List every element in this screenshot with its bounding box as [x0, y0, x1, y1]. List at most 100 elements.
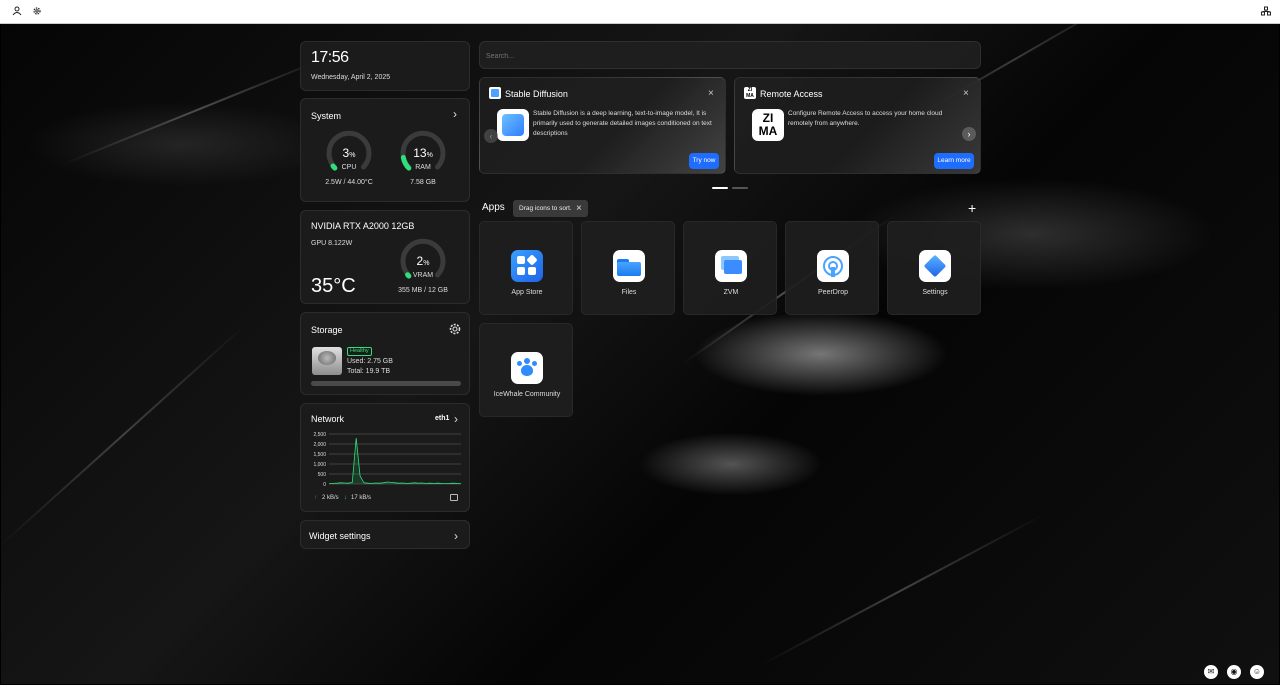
network-widget[interactable]: Network eth1 › 2,500 2,000 1,500 1,000 500 0 … [300, 403, 470, 512]
zvm-icon [715, 250, 747, 282]
vram-value: 2% [416, 254, 430, 268]
chart-ytick-label: 2,000 [313, 442, 326, 448]
app-tile-icewhale-community[interactable]: IceWhale Community [479, 323, 573, 417]
chart-toggle-icon[interactable] [450, 494, 458, 501]
close-icon[interactable]: × [963, 89, 969, 99]
storage-used: Used: 2.75 GB [347, 358, 393, 365]
system-title: System [311, 111, 342, 121]
chart-series-area [329, 438, 461, 484]
stable-diffusion-banner: Stable Diffusion × Stable Diffusion is a… [479, 77, 726, 174]
stable-diffusion-large-icon [497, 109, 529, 141]
banner-body: Stable Diffusion is a deep learning, tex… [533, 110, 712, 137]
zima-large-icon: ZI MA [752, 109, 784, 141]
chevron-right-icon: › [454, 529, 458, 543]
vram-detail: 355 MB / 12 GB [398, 287, 448, 294]
wallpaper-streak [760, 513, 1045, 666]
download-arrow-icon: ↓ [344, 495, 347, 501]
eye-icon[interactable]: ◉ [1227, 665, 1241, 679]
banner-body: Configure Remote Access to access your h… [788, 110, 943, 127]
network-download: 17 kB/s [351, 495, 372, 501]
chevron-right-icon[interactable]: › [454, 413, 458, 425]
clock-widget: 17:56 Wednesday, April 2, 2025 [300, 41, 470, 91]
gear-icon[interactable] [448, 322, 462, 336]
zima-icon: ZI MA [744, 87, 756, 99]
app-tile-zvm[interactable]: ZVM [683, 221, 777, 315]
app-tile-files[interactable]: Files [581, 221, 675, 315]
network-title: Network [311, 414, 345, 424]
search-input[interactable] [486, 49, 966, 63]
app-label: ZVM [723, 289, 739, 296]
wallpaper-streak [1, 323, 247, 546]
storage-progress-bar [311, 381, 461, 386]
network-upload: 2 kB/s [322, 495, 339, 501]
chart-ytick-label: 500 [318, 472, 327, 478]
carousel-next-button[interactable]: › [962, 127, 976, 141]
add-app-icon[interactable]: + [968, 200, 976, 216]
app-label: Settings [922, 289, 948, 296]
cpu-value: 3% [342, 146, 356, 160]
network-icon[interactable] [1260, 6, 1272, 18]
clock-date: Wednesday, April 2, 2025 [311, 74, 391, 81]
stable-diffusion-icon [489, 87, 501, 99]
browser-topbar [0, 0, 1280, 24]
settings-icon [919, 250, 951, 282]
apps-title: Apps [482, 202, 505, 213]
gpu-temp: 35°C [311, 275, 356, 297]
widget-settings-button[interactable]: Widget settings › [300, 520, 470, 549]
hard-drive-icon [312, 347, 342, 375]
community-icon [511, 352, 543, 384]
network-interface[interactable]: eth1 [435, 415, 449, 422]
peerdrop-icon [817, 250, 849, 282]
carousel-dot[interactable] [732, 187, 748, 189]
close-icon[interactable]: × [576, 203, 582, 214]
app-tile-settings[interactable]: Settings [887, 221, 981, 315]
gpu-name: NVIDIA RTX A2000 12GB [311, 221, 415, 231]
app-label: App Store [511, 289, 543, 296]
cpu-detail: 2.5W / 44.00°C [325, 179, 373, 186]
wallpaper-streak [60, 51, 340, 166]
gpu-widget: NVIDIA RTX A2000 12GB GPU 8.122W 35°C 2%… [300, 210, 470, 304]
vram-label: VRAM [412, 272, 434, 279]
app-label: Files [621, 289, 637, 296]
app-tile-peerdrop[interactable]: PeerDrop [785, 221, 879, 315]
remote-access-banner: ZI MA Remote Access × ZI MA Configure Remo… [734, 77, 981, 174]
sort-tooltip: Drag icons to sort. × [513, 200, 588, 217]
app-store-icon [511, 250, 543, 282]
clock-time: 17:56 [311, 49, 349, 66]
storage-title: Storage [311, 325, 343, 335]
learn-more-button[interactable]: Learn more [934, 153, 974, 169]
upload-arrow-icon: ↑ [314, 495, 317, 501]
app-tile-app-store[interactable]: App Store [479, 221, 573, 315]
system-widget[interactable]: System › 3% CPU 2.5W / 44.00°C 13% RAM 7… [300, 98, 470, 202]
tooltip-text: Drag icons to sort. [519, 205, 572, 212]
carousel-dot-active[interactable] [712, 187, 728, 189]
app-label: IceWhale Community [493, 391, 561, 398]
user-icon[interactable] [11, 6, 23, 18]
try-now-button[interactable]: Try now [689, 153, 719, 169]
carousel-prev-button[interactable]: ‹ [484, 129, 498, 143]
chart-ytick-label: 1,500 [313, 452, 326, 458]
chart-ytick-label: 0 [323, 482, 326, 488]
storage-total: Total: 19.9 TB [347, 368, 391, 375]
widget-settings-label: Widget settings [309, 531, 371, 541]
ram-label: RAM [415, 164, 431, 171]
chart-ytick-label: 1,000 [313, 462, 326, 468]
network-chart: 2,500 2,000 1,500 1,000 500 0 [313, 432, 462, 488]
storage-widget[interactable]: Storage Healthy Used: 2.75 GB Total: 19.… [300, 312, 470, 395]
gpu-power: GPU 8.122W [311, 240, 353, 247]
chart-ytick-label: 2,500 [313, 432, 326, 438]
banner-title: Remote Access [760, 89, 823, 99]
banner-title: Stable Diffusion [505, 89, 568, 99]
account-icon[interactable]: ☺ [1250, 665, 1264, 679]
search-bar[interactable] [479, 41, 981, 69]
cpu-label: CPU [341, 164, 357, 171]
cpu-gauge: 3% CPU 2.5W / 44.00°C [324, 129, 374, 189]
ram-gauge: 13% RAM 7.58 GB [398, 129, 448, 189]
vram-gauge: 2% VRAM 355 MB / 12 GB [398, 237, 448, 297]
mail-icon[interactable]: ✉ [1204, 665, 1218, 679]
close-icon[interactable]: × [708, 89, 714, 99]
gear-icon[interactable] [31, 6, 43, 18]
chevron-right-icon[interactable]: › [453, 108, 457, 120]
chart-series-line [328, 437, 462, 485]
storage-health-badge: Healthy [347, 347, 372, 356]
